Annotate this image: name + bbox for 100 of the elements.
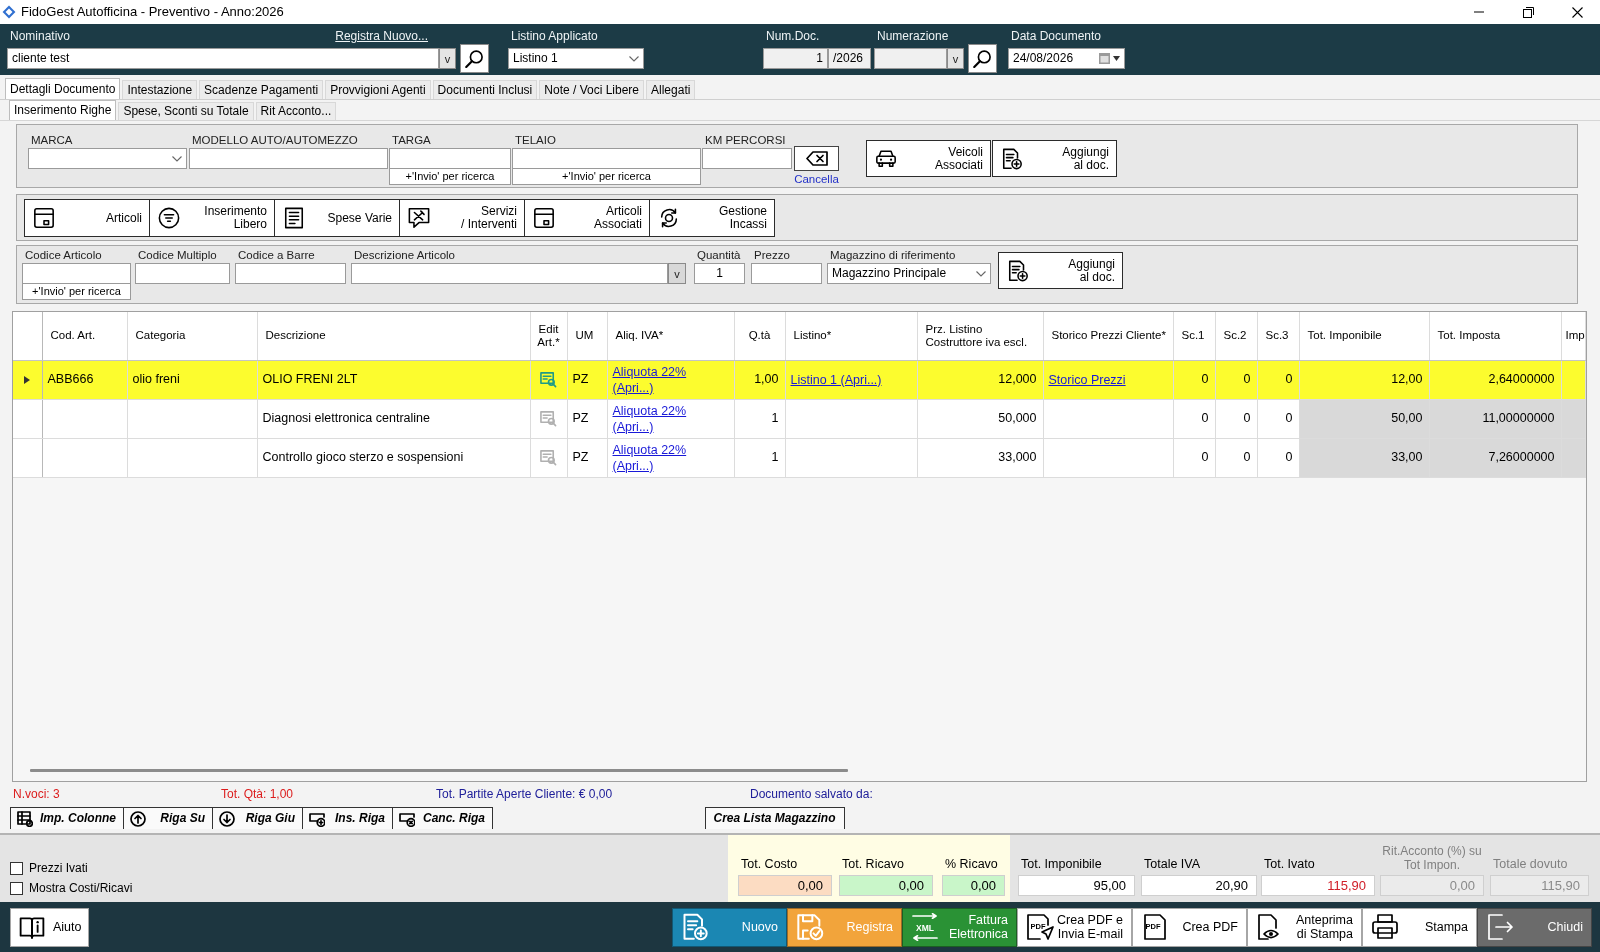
cell-link[interactable]: Storico Prezzi — [1048, 372, 1126, 387]
dropdown-field[interactable]: Magazzino Principale — [827, 263, 991, 284]
table-row[interactable]: Diagnosi elettronica centraline PZ Aliquota 22% (Apri...) 1 50,000 0 0 0 50,00 11,00000000 — [13, 399, 1585, 438]
add-to-document-button[interactable]: Aggiungi al doc. — [992, 140, 1117, 177]
table-cell: ABB666 — [42, 360, 127, 399]
dropdown-button[interactable]: v — [668, 263, 686, 284]
list-document-icon — [283, 207, 305, 229]
tab[interactable]: Inserimento Righe — [9, 100, 117, 120]
dropdown-field[interactable] — [28, 148, 187, 169]
tab[interactable]: Allegati — [646, 80, 696, 99]
search-button[interactable] — [460, 44, 489, 73]
document-search-icon[interactable] — [540, 371, 557, 388]
column-header: Edit Art.* — [530, 312, 567, 360]
input-field[interactable] — [702, 148, 792, 169]
footer-button[interactable]: XML Fattura Elettronica — [902, 907, 1017, 947]
save-icon — [796, 913, 824, 941]
table-cell: 12,00 — [1299, 360, 1429, 399]
backspace-icon — [805, 151, 828, 166]
document-number-field[interactable]: 1 — [763, 48, 828, 69]
tab[interactable]: Spese, Sconti su Totale — [118, 102, 254, 120]
table-row[interactable]: Controllo gioco sterzo e sospensioni PZ Aliquota 22% (Apri...) 1 33,000 0 0 0 33,00 7,26000000 — [13, 438, 1585, 477]
field-label: Numerazione — [876, 29, 949, 44]
clear-link[interactable]: Cancella — [794, 173, 839, 187]
total-field: 0,00 — [1380, 875, 1484, 896]
input-field[interactable] — [189, 148, 388, 169]
tab[interactable]: Scadenze Pagamenti — [199, 80, 324, 99]
column-header: Prz. Listino Costruttore iva escl. — [917, 312, 1043, 360]
row-action-button[interactable]: Canc. Riga — [392, 807, 493, 829]
total-label: Rit.Acconto (%) su Tot Impon. — [1381, 844, 1483, 872]
register-new-link[interactable]: Registra Nuovo... — [335, 29, 428, 44]
tab[interactable]: Documenti Inclusi — [432, 80, 538, 99]
vehicles-button[interactable]: Veicoli Associati — [866, 140, 991, 177]
column-header: Tot. Imponibile — [1299, 312, 1429, 360]
tab[interactable]: Dettagli Documento — [5, 78, 121, 99]
quantity-field[interactable]: 1 — [694, 263, 745, 284]
minimize-icon — [1474, 11, 1484, 13]
field-label: Codice Articolo — [24, 248, 103, 263]
cell-link[interactable]: Aliquota 22% (Apri...) — [612, 441, 705, 474]
checkbox-label[interactable]: Prezzi Ivati — [29, 860, 88, 876]
total-label: Tot. Ivato — [1263, 857, 1316, 872]
tab[interactable]: Rit Acconto... — [255, 102, 337, 120]
toolbar-button[interactable]: Gestione Incassi — [649, 199, 775, 237]
total-quantity: Tot. Qtà: 1,00 — [221, 787, 294, 801]
table-cell: 0 — [1257, 399, 1299, 438]
numbering-field[interactable] — [874, 48, 947, 69]
tab[interactable]: Provvigioni Agenti — [325, 80, 431, 99]
tab[interactable]: Note / Voci Libere — [539, 80, 645, 99]
checkbox[interactable] — [10, 881, 23, 895]
row-action-button[interactable]: Imp. Colonne — [10, 807, 124, 829]
document-search-icon[interactable] — [540, 410, 557, 427]
scrollbar-thumb[interactable] — [30, 769, 848, 772]
price-list-dropdown[interactable]: Listino 1 — [508, 48, 644, 69]
table-cell: PZ — [567, 360, 607, 399]
row-action-button[interactable]: Ins. Riga — [302, 807, 393, 829]
tools-icon — [408, 207, 430, 229]
clear-button[interactable] — [794, 146, 839, 171]
table-cell: Controllo gioco sterzo e sospensioni — [257, 438, 530, 477]
cell-link[interactable]: Listino 1 (Apri...) — [790, 372, 882, 387]
toolbar-button[interactable]: Articoli — [24, 199, 150, 237]
date-field[interactable]: 24/08/2026 — [1008, 48, 1125, 69]
input-field[interactable] — [351, 263, 668, 284]
table-cell: 50,000 — [917, 399, 1043, 438]
footer-button[interactable]: Anteprima di Stampa — [1247, 907, 1362, 947]
footer-button[interactable]: Nuovo — [672, 907, 787, 947]
footer-button[interactable]: Aiuto — [10, 907, 89, 947]
dropdown-button[interactable]: v — [947, 48, 964, 69]
table-cell: 50,00 — [1299, 399, 1429, 438]
chevron-down-icon — [172, 155, 182, 162]
toolbar-button[interactable]: Articoli Associati — [524, 199, 650, 237]
table-row[interactable]: ABB666 olio freni OLIO FRENI 2LT PZ Aliquota 22% (Apri...) 1,00 Listino 1 (Apri...) 12,000 Storico Prezzi 0 0 0 12,00 2,64000000 — [13, 360, 1585, 399]
tab[interactable]: Intestazione — [122, 80, 198, 99]
footer-button[interactable]: Stampa — [1362, 907, 1477, 947]
toolbar-button[interactable]: Inserimento Libero — [149, 199, 275, 237]
checkbox-label[interactable]: Mostra Costi/Ricavi — [29, 880, 133, 896]
input-field[interactable] — [751, 263, 822, 284]
cell-link[interactable]: Aliquota 22% (Apri...) — [612, 363, 705, 396]
total-label: Totale dovuto — [1492, 857, 1569, 872]
row-action-button[interactable]: Riga Giu — [212, 807, 303, 829]
warehouse-list-button[interactable]: Crea Lista Magazzino — [705, 807, 845, 829]
input-field[interactable] — [512, 148, 701, 169]
cell-link[interactable]: Aliquota 22% (Apri...) — [612, 402, 705, 435]
add-to-document-button[interactable]: Aggiungi al doc. — [998, 252, 1123, 289]
input-field[interactable] — [235, 263, 346, 284]
row-action-button[interactable]: Riga Su — [123, 807, 213, 829]
table-cell: 0 — [1257, 360, 1299, 399]
exit-icon — [1486, 913, 1514, 941]
dropdown-button[interactable]: v — [439, 48, 456, 69]
field-label: Quantità — [696, 248, 742, 263]
input-field[interactable] — [22, 263, 131, 284]
toolbar-button[interactable]: Spese Varie — [274, 199, 400, 237]
search-button[interactable] — [968, 44, 997, 73]
table-cell: 0 — [1257, 438, 1299, 477]
search-icon — [972, 48, 993, 69]
customer-field[interactable]: cliente test — [7, 48, 439, 69]
input-field[interactable] — [389, 148, 511, 169]
footer-button[interactable]: Chiudi — [1477, 907, 1592, 947]
document-search-icon[interactable] — [540, 449, 557, 466]
checkbox[interactable] — [10, 861, 23, 875]
input-field[interactable] — [135, 263, 230, 284]
toolbar-button[interactable]: Servizi / Interventi — [399, 199, 525, 237]
